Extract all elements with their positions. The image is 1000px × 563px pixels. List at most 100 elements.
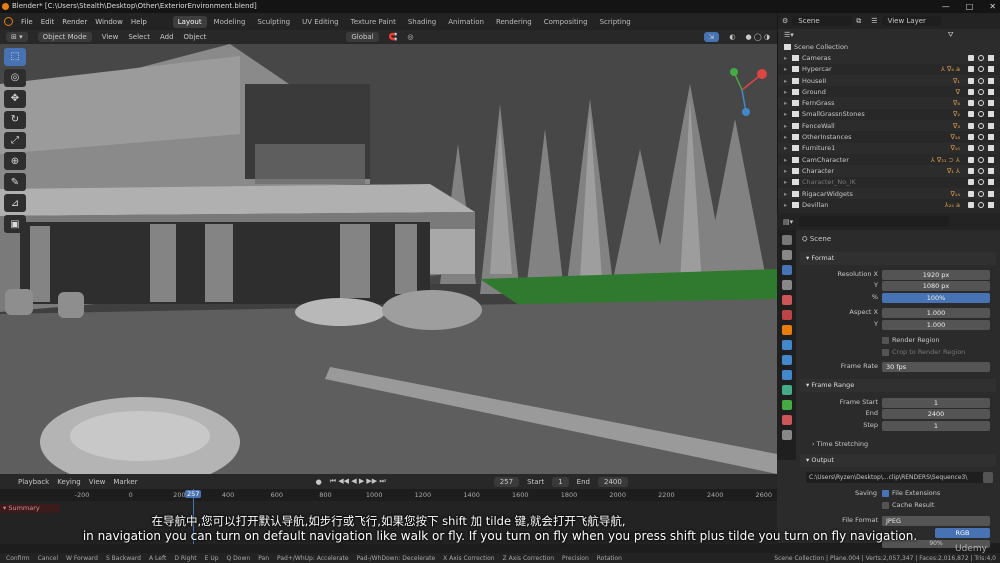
expand-arrow-icon[interactable]: ▸ <box>784 99 787 107</box>
visibility-eye-icon[interactable] <box>978 156 984 163</box>
constraints-tab-icon[interactable] <box>781 385 792 395</box>
render-camera-icon[interactable] <box>988 167 994 174</box>
annotate-tool-icon[interactable]: ✎ <box>4 173 26 192</box>
properties-editor-icon[interactable]: ▤▾ <box>783 218 793 226</box>
format-section-header[interactable]: ▾ Format <box>800 252 996 265</box>
viewport-menu-object[interactable]: Object <box>184 33 207 41</box>
file-extensions-checkbox[interactable]: File Extensions <box>882 489 940 497</box>
start-frame-field[interactable]: 1 <box>552 476 569 487</box>
workspace-tab-scripting[interactable]: Scripting <box>595 16 636 28</box>
outliner-row[interactable]: ▸ OtherInstances ∇₁₈ <box>778 131 1000 142</box>
exclude-checkbox-icon[interactable] <box>968 88 974 95</box>
blender-menu-icon[interactable] <box>4 17 13 26</box>
record-button-icon[interactable]: ● <box>316 478 322 486</box>
visibility-eye-icon[interactable] <box>978 77 984 84</box>
visibility-eye-icon[interactable] <box>978 179 984 186</box>
current-frame-field[interactable]: 257 <box>493 476 520 487</box>
menu-help[interactable]: Help <box>131 18 147 26</box>
outliner-row[interactable]: ▸ Furniture1 ∇₁₀ <box>778 142 1000 154</box>
expand-arrow-icon[interactable]: ▸ <box>784 54 787 62</box>
visibility-eye-icon[interactable] <box>978 201 984 208</box>
render-camera-icon[interactable] <box>988 100 994 107</box>
outliner-editor-icon[interactable]: ☰▾ <box>784 31 794 39</box>
outliner-row[interactable]: ▸ FenceWall ∇₃ <box>778 120 1000 132</box>
expand-arrow-icon[interactable]: ▸ <box>784 144 787 152</box>
expand-arrow-icon[interactable]: ▸ <box>784 178 787 186</box>
exclude-checkbox-icon[interactable] <box>968 111 974 118</box>
visibility-eye-icon[interactable] <box>978 122 984 129</box>
proportional-edit-icon[interactable]: ◎ <box>407 33 413 41</box>
visibility-eye-icon[interactable] <box>978 88 984 95</box>
timeline-menu-marker[interactable]: Marker <box>113 478 137 486</box>
frame-range-section-header[interactable]: ▾ Frame Range <box>800 379 996 392</box>
render-tab-icon[interactable] <box>781 250 792 260</box>
playback-controls[interactable]: ⏮ ◀◀ ◀ ▶ ▶▶ ⏭ <box>330 477 386 486</box>
mode-dropdown[interactable]: Object Mode <box>37 32 92 42</box>
view-layer-tab-icon[interactable] <box>781 280 792 290</box>
render-camera-icon[interactable] <box>988 156 994 163</box>
menu-render[interactable]: Render <box>62 18 87 26</box>
resolution-x-field[interactable]: 1920 px <box>882 270 990 280</box>
timeline-ruler[interactable]: -200 0 200 400 600 800 1000 1200 1400 1600 1800 200… <box>0 489 777 501</box>
outliner-row[interactable]: ▸ Character_No_IK <box>778 177 1000 188</box>
render-camera-icon[interactable] <box>988 201 994 208</box>
move-tool-icon[interactable]: ✥ <box>4 89 26 108</box>
outliner-row[interactable]: ▸ Devillan ⅄₂₅ a <box>778 199 1000 210</box>
render-camera-icon[interactable] <box>988 145 994 152</box>
scene-tab-icon[interactable] <box>781 295 792 305</box>
world-tab-icon[interactable] <box>781 310 792 320</box>
tool-tab-icon[interactable] <box>781 235 792 245</box>
summary-channel[interactable]: ▾ Summary <box>0 504 60 513</box>
expand-arrow-icon[interactable]: ▸ <box>784 156 787 164</box>
navigation-gizmo[interactable] <box>712 60 772 120</box>
render-camera-icon[interactable] <box>988 122 994 129</box>
transform-orientation-dropdown[interactable]: Global <box>346 32 379 42</box>
resolution-y-field[interactable]: 1080 px <box>882 281 990 291</box>
viewport-menu-add[interactable]: Add <box>160 33 174 41</box>
outliner-filter-icon[interactable]: ⛛ <box>948 31 954 40</box>
visibility-eye-icon[interactable] <box>978 134 984 141</box>
output-tab-icon[interactable] <box>781 265 792 275</box>
viewport-menu-select[interactable]: Select <box>128 33 150 41</box>
frame-rate-dropdown[interactable]: 30 fps <box>882 362 990 372</box>
output-section-header[interactable]: ▾ Output <box>800 454 996 467</box>
exclude-checkbox-icon[interactable] <box>968 190 974 197</box>
visibility-eye-icon[interactable] <box>978 111 984 118</box>
output-path-field[interactable]: C:\Users\Ryzen\Desktop\...clip\RENDERS\S… <box>806 472 984 483</box>
exclude-checkbox-icon[interactable] <box>968 134 974 141</box>
outliner-row[interactable]: ▸ SmallGrassnStones ∇₂ <box>778 109 1000 120</box>
cache-result-checkbox[interactable]: Cache Result <box>882 501 934 509</box>
render-camera-icon[interactable] <box>988 88 994 95</box>
workspace-tab-animation[interactable]: Animation <box>443 16 489 28</box>
file-extensions-check[interactable] <box>882 489 889 497</box>
snap-icon[interactable]: 🧲 <box>389 33 398 41</box>
transform-tool-icon[interactable]: ⊕ <box>4 152 26 171</box>
menu-file[interactable]: File <box>21 18 33 26</box>
folder-browse-icon[interactable] <box>983 472 993 483</box>
aspect-y-field[interactable]: 1.000 <box>882 320 990 330</box>
workspace-tab-layout[interactable]: Layout <box>172 15 207 28</box>
end-frame-field[interactable]: 2400 <box>597 476 628 487</box>
render-camera-icon[interactable] <box>988 134 994 141</box>
render-camera-icon[interactable] <box>988 66 994 73</box>
expand-arrow-icon[interactable]: ▸ <box>784 190 787 198</box>
expand-arrow-icon[interactable]: ▸ <box>784 110 787 118</box>
frame-step-field[interactable]: 1 <box>882 421 990 431</box>
select-tool-icon[interactable]: ⬚ <box>4 48 26 66</box>
workspace-tab-shading[interactable]: Shading <box>403 16 441 28</box>
render-camera-icon[interactable] <box>988 190 994 197</box>
minimize-button[interactable]: — <box>942 0 950 13</box>
scene-selector[interactable]: Scene <box>792 16 853 26</box>
visibility-eye-icon[interactable] <box>978 190 984 197</box>
new-scene-icon[interactable]: ⧉ <box>856 17 861 26</box>
file-format-dropdown[interactable]: JPEG <box>882 516 990 526</box>
exclude-checkbox-icon[interactable] <box>968 167 974 174</box>
exclude-checkbox-icon[interactable] <box>968 145 974 152</box>
3d-viewport[interactable] <box>0 44 777 474</box>
crop-region-check[interactable] <box>882 348 889 356</box>
visibility-eye-icon[interactable] <box>978 100 984 107</box>
close-button[interactable]: ✕ <box>989 0 996 13</box>
outliner-row[interactable]: ▸ Hypercar ⅄ ∇₆ a <box>778 64 1000 75</box>
workspace-tab-uv-editing[interactable]: UV Editing <box>297 16 344 28</box>
data-tab-icon[interactable] <box>781 400 792 410</box>
